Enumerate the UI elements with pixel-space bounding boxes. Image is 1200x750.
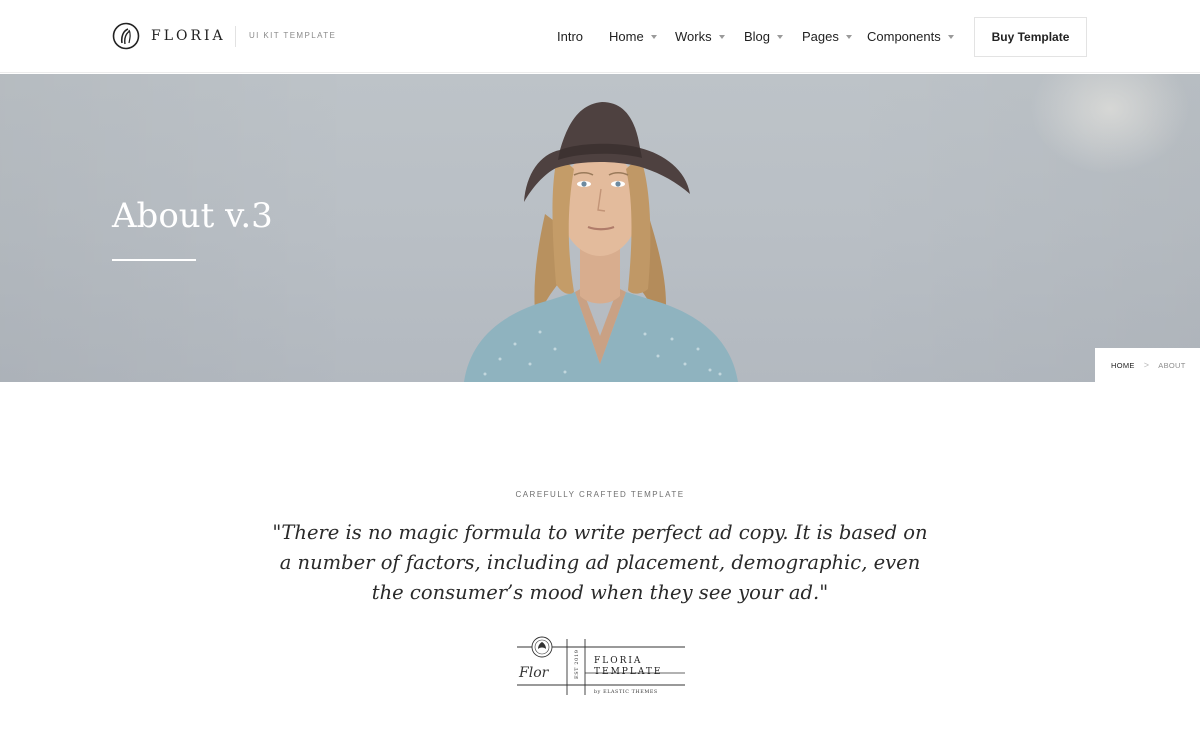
hero-portrait-image — [464, 102, 738, 382]
quote-text: "There is no magic formula to write perf… — [272, 521, 928, 604]
section-eyebrow: CAREFULLY CRAFTED TEMPLATE — [515, 490, 685, 499]
caret-down-icon — [845, 35, 852, 39]
nav-label: Blog — [744, 29, 771, 44]
signature-est: EST 2019 — [574, 649, 580, 679]
caret-down-icon — [650, 35, 657, 39]
breadcrumb-home-link[interactable]: HOME — [1111, 361, 1135, 370]
buy-template-button[interactable]: Buy Template — [974, 17, 1087, 57]
signature-credit: by ELASTIC THEMES — [594, 689, 658, 695]
signature-line1: FLORIA — [594, 656, 642, 666]
nav-item-pages[interactable]: Pages — [802, 29, 852, 44]
nav-label: Pages — [802, 29, 839, 44]
nav-item-components[interactable]: Components — [867, 29, 954, 44]
breadcrumb-separator-icon: > — [1143, 360, 1150, 370]
nav-label: Components — [867, 29, 941, 44]
nav-label: Home — [609, 29, 644, 44]
caret-down-icon — [718, 35, 725, 39]
breadcrumb-current: ABOUT — [1158, 360, 1186, 370]
hero-banner: About v.3 — [0, 74, 1200, 382]
site-header: FLORIA UI KIT TEMPLATE Intro Home Works … — [0, 0, 1200, 73]
nav-label: Intro — [557, 29, 584, 44]
nav-item-works[interactable]: Works — [675, 29, 725, 44]
breadcrumb: HOME > ABOUT — [1095, 348, 1200, 382]
caret-down-icon — [777, 35, 784, 39]
title-underline — [112, 259, 196, 261]
caret-down-icon — [947, 35, 954, 39]
nav-label: Works — [675, 29, 712, 44]
signature-script: Flor — [518, 665, 550, 681]
nav-item-home[interactable]: Home — [609, 29, 657, 44]
nav-item-blog[interactable]: Blog — [744, 29, 784, 44]
page-title: About v.3 — [112, 196, 273, 236]
nav-item-intro[interactable]: Intro — [557, 29, 583, 44]
signature-line2: TEMPLATE — [594, 667, 662, 677]
floria-signature-stamp: Flor EST 2019 FLORIA TEMPLATE by ELASTIC… — [517, 636, 685, 695]
